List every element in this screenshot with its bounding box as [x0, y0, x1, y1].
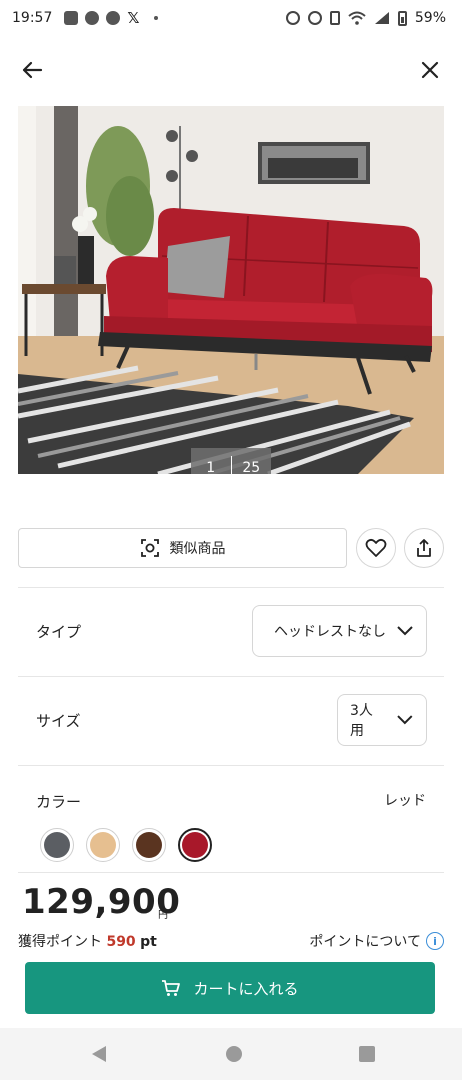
color-swatch-brown[interactable] [132, 828, 166, 862]
wifi-icon [348, 11, 366, 25]
points-label: 獲得ポイント [18, 934, 102, 950]
color-swatch-red[interactable] [178, 828, 212, 862]
image-search-icon [140, 539, 159, 557]
data-saver-icon [307, 11, 322, 25]
color-value: レッド [384, 793, 426, 809]
status-right: 59% [285, 0, 446, 36]
app-notification-icon [106, 11, 121, 25]
type-value: ヘッドレストなし [274, 624, 386, 640]
arrow-left-icon [22, 61, 43, 79]
earned-points: 獲得ポイント 590 pt [18, 931, 157, 951]
price-currency: 円 [158, 910, 168, 921]
add-to-cart-label: カートに入れる [193, 979, 299, 998]
more-notifications-icon [154, 16, 159, 20]
system-back-icon[interactable] [92, 1046, 106, 1062]
status-bar: 19:57 𝕏 59% [0, 0, 462, 36]
about-points-label: ポイントについて [309, 934, 421, 950]
action-row: 類似商品 [18, 528, 444, 570]
divider [18, 676, 444, 677]
price: 129,900 [22, 882, 181, 922]
divider [18, 587, 444, 588]
share-button[interactable] [404, 528, 444, 568]
product-image[interactable]: 1 25 [18, 106, 444, 474]
chevron-down-icon [397, 715, 413, 725]
share-icon [417, 539, 431, 557]
color-swatch-beige[interactable] [86, 828, 120, 862]
swatch-fill [44, 832, 70, 858]
image-index: 1 [206, 460, 216, 474]
favorite-button[interactable] [356, 528, 396, 568]
chevron-down-icon [397, 626, 413, 636]
points-value: 590 [106, 934, 136, 950]
battery-percent: 59% [414, 10, 446, 26]
color-label: カラー [36, 793, 82, 811]
similar-items-button[interactable]: 類似商品 [18, 528, 347, 568]
swatch-fill [136, 832, 162, 858]
heart-icon [365, 538, 387, 557]
battery-icon [397, 10, 407, 26]
color-swatches [40, 828, 212, 862]
add-to-cart-button[interactable]: カートに入れる [25, 962, 435, 1014]
alarm-icon [285, 11, 300, 25]
color-swatch-gray[interactable] [40, 828, 74, 862]
vibrate-icon [329, 11, 340, 25]
image-total: 25 [242, 460, 261, 474]
signal-icon [374, 12, 389, 24]
about-points-link[interactable]: ポイントについて i [309, 931, 444, 951]
notification-icons: 𝕏 [64, 9, 159, 27]
size-label: サイズ [36, 712, 81, 730]
size-select[interactable]: 3人用 [337, 694, 427, 746]
swatch-fill [90, 832, 116, 858]
back-button[interactable] [18, 56, 46, 84]
system-recents-icon[interactable] [359, 1046, 375, 1062]
close-button[interactable] [416, 56, 444, 84]
swatch-fill [182, 832, 208, 858]
divider [18, 872, 444, 873]
x-icon: 𝕏 [127, 9, 140, 27]
size-value: 3人用 [350, 703, 373, 739]
divider [18, 765, 444, 766]
system-home-icon[interactable] [226, 1046, 242, 1062]
type-select[interactable]: ヘッドレストなし [252, 605, 427, 657]
sofa-photo [18, 106, 444, 474]
type-label: タイプ [36, 623, 82, 641]
cart-icon [162, 980, 181, 996]
info-icon: i [426, 932, 444, 950]
points-unit: pt [140, 934, 157, 950]
status-time: 19:57 [12, 10, 53, 26]
app-notification-icon [64, 11, 79, 25]
top-nav [0, 50, 462, 90]
similar-items-label: 類似商品 [169, 541, 226, 557]
app-notification-icon [85, 11, 100, 25]
close-icon [421, 61, 439, 79]
system-nav-bar [0, 1028, 462, 1080]
image-counter: 1 25 [191, 448, 271, 474]
